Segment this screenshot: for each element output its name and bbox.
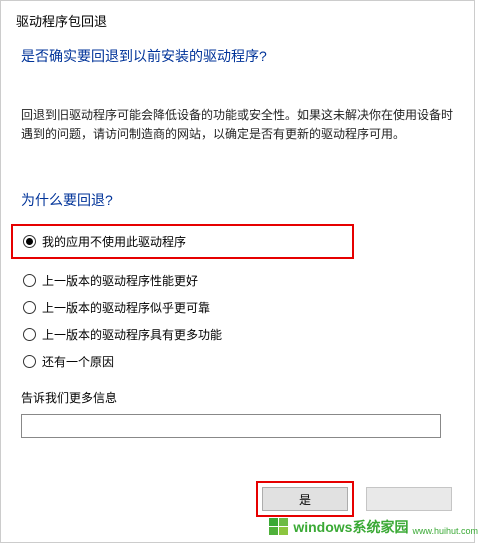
reason-option-more-features[interactable]: 上一版本的驱动程序具有更多功能	[21, 321, 454, 348]
no-button[interactable]	[366, 487, 452, 511]
reason-option-label: 上一版本的驱动程序性能更好	[42, 272, 198, 289]
reason-option-other[interactable]: 还有一个原因	[21, 348, 454, 375]
reason-option-label: 上一版本的驱动程序具有更多功能	[42, 326, 222, 343]
radio-icon	[23, 301, 36, 314]
dialog-button-row: 是	[256, 481, 452, 517]
reason-option-label: 还有一个原因	[42, 353, 114, 370]
info-text: 回退到旧驱动程序可能会降低设备的功能或安全性。如果这未解决你在使用设备时遇到的问…	[1, 76, 474, 154]
yes-button[interactable]: 是	[262, 487, 348, 511]
reason-option-label: 上一版本的驱动程序似乎更可靠	[42, 299, 210, 316]
radio-icon	[23, 328, 36, 341]
reason-option-app-not-use[interactable]: 我的应用不使用此驱动程序	[11, 224, 354, 259]
main-question: 是否确实要回退到以前安装的驱动程序?	[1, 36, 474, 76]
reason-option-more-reliable[interactable]: 上一版本的驱动程序似乎更可靠	[21, 294, 454, 321]
reason-option-better-performance[interactable]: 上一版本的驱动程序性能更好	[21, 267, 454, 294]
yes-button-highlight: 是	[256, 481, 354, 517]
more-info-textbox[interactable]	[21, 414, 441, 438]
reason-options-group: 我的应用不使用此驱动程序 上一版本的驱动程序性能更好 上一版本的驱动程序似乎更可…	[1, 218, 474, 375]
dialog-title: 驱动程序包回退	[1, 1, 474, 36]
tell-more-label: 告诉我们更多信息	[1, 375, 474, 412]
rollback-driver-dialog: 驱动程序包回退 是否确实要回退到以前安装的驱动程序? 回退到旧驱动程序可能会降低…	[0, 0, 475, 543]
radio-icon	[23, 235, 36, 248]
radio-icon	[23, 274, 36, 287]
radio-icon	[23, 355, 36, 368]
reason-option-label: 我的应用不使用此驱动程序	[42, 233, 186, 250]
rollback-reason-question: 为什么要回退?	[1, 154, 474, 218]
